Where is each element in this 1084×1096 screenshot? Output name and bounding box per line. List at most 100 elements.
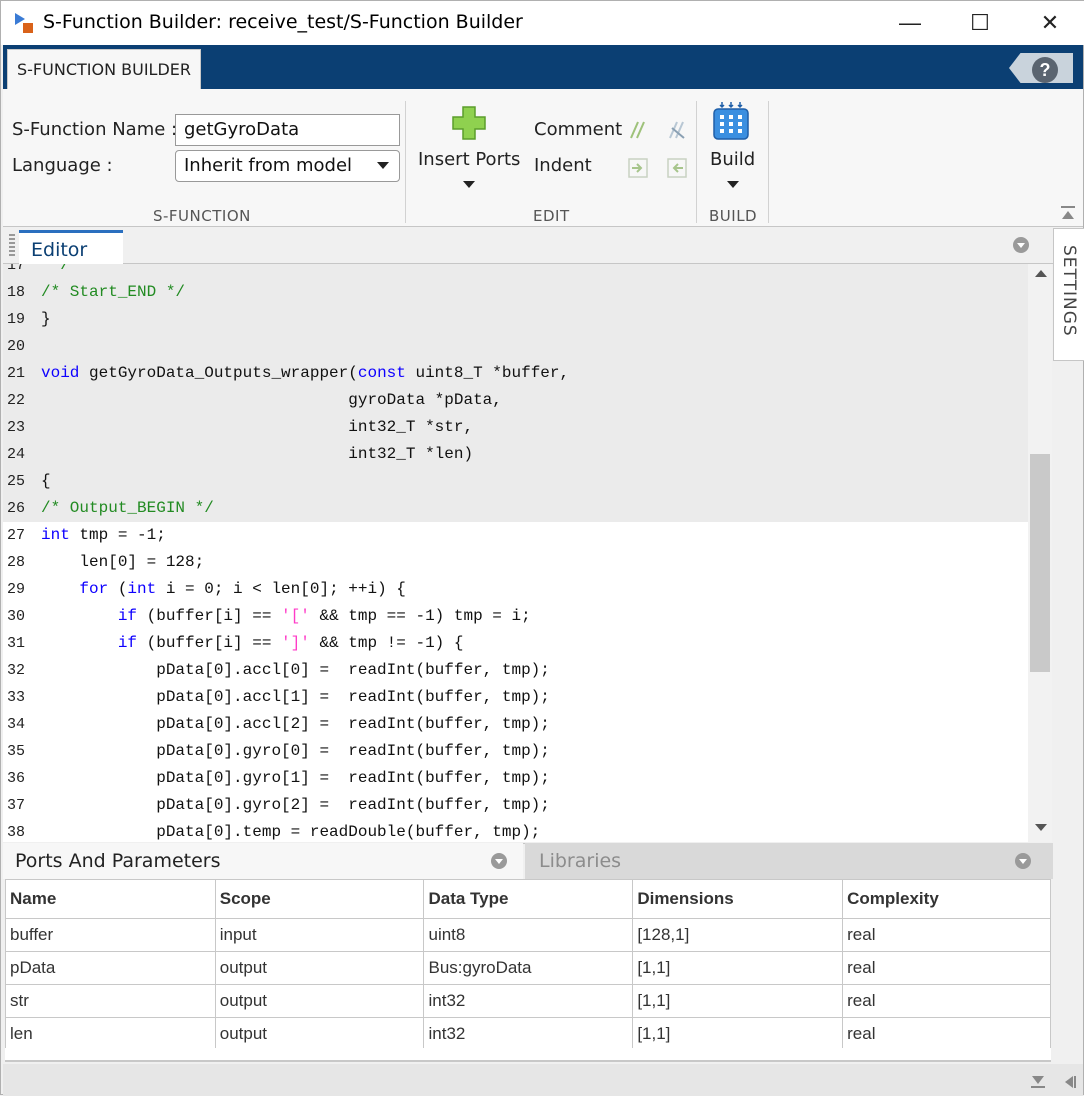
code-line[interactable]: 17 */ xyxy=(3,264,1028,279)
code-line[interactable]: 31 if (buffer[i] == ']' && tmp != -1) { xyxy=(3,630,1028,657)
cell-dimensions[interactable]: [1,1] xyxy=(632,1017,844,1051)
close-button[interactable]: ✕ xyxy=(1015,1,1084,45)
cell-dimensions[interactable]: [1,1] xyxy=(632,951,844,985)
cell-data-type[interactable]: Bus:gyroData xyxy=(423,951,634,985)
code-line[interactable]: 38 pData[0].temp = readDouble(buffer, tm… xyxy=(3,819,1028,842)
cell-scope[interactable]: input xyxy=(214,918,425,952)
table-header-row: Name Scope Data Type Dimensions Complexi… xyxy=(5,879,1051,919)
comment-label[interactable]: Comment xyxy=(534,119,622,140)
cell-complexity[interactable]: real xyxy=(842,951,1051,985)
code-text: { xyxy=(41,468,51,495)
chevron-down-icon xyxy=(727,181,739,188)
code-line[interactable]: 32 pData[0].accl[0] = readInt(buffer, tm… xyxy=(3,657,1028,684)
cell-complexity[interactable]: real xyxy=(842,984,1051,1018)
cell-scope[interactable]: output xyxy=(214,984,425,1018)
maximize-button[interactable]: ☐ xyxy=(945,1,1015,45)
tab-ports-and-parameters[interactable]: Ports And Parameters xyxy=(3,843,523,879)
language-value: Inherit from model xyxy=(184,155,353,176)
column-header[interactable]: Complexity xyxy=(842,879,1051,919)
expand-left-icon[interactable] xyxy=(1061,1074,1077,1090)
tab-settings[interactable]: SETTINGS xyxy=(1059,245,1079,337)
language-dropdown[interactable]: Inherit from model xyxy=(175,150,400,182)
line-number: 36 xyxy=(7,770,26,787)
indent-label[interactable]: Indent xyxy=(534,155,592,176)
panel-menu-icon[interactable] xyxy=(1013,237,1029,253)
table-row[interactable]: str output int32 [1,1] real xyxy=(5,984,1051,1018)
code-line[interactable]: 23 int32_T *str, xyxy=(3,414,1028,441)
indent-icon[interactable] xyxy=(627,157,649,179)
code-line[interactable]: 25 { xyxy=(3,468,1028,495)
cell-name[interactable]: pData xyxy=(5,951,216,985)
cell-name[interactable]: str xyxy=(5,984,216,1018)
code-line[interactable]: 36 pData[0].gyro[1] = readInt(buffer, tm… xyxy=(3,765,1028,792)
line-number: 35 xyxy=(7,743,26,760)
help-icon[interactable]: ? xyxy=(1032,57,1058,83)
code-text: pData[0].gyro[1] = readInt(buffer, tmp); xyxy=(41,765,550,792)
code-line[interactable]: 33 pData[0].accl[1] = readInt(buffer, tm… xyxy=(3,684,1028,711)
tab-editor[interactable]: Editor xyxy=(19,230,123,265)
code-line[interactable]: 22 gyroData *pData, xyxy=(3,387,1028,414)
code-line[interactable]: 24 int32_T *len) xyxy=(3,441,1028,468)
column-header[interactable]: Scope xyxy=(214,879,425,919)
code-comment: /* Output_BEGIN */ xyxy=(41,499,214,517)
column-header[interactable]: Name xyxy=(5,879,216,919)
panel-menu-icon[interactable] xyxy=(1015,853,1031,869)
cell-name[interactable]: buffer xyxy=(5,918,216,952)
cell-dimensions[interactable]: [128,1] xyxy=(632,918,844,952)
code-line[interactable]: 34 pData[0].accl[2] = readInt(buffer, tm… xyxy=(3,711,1028,738)
scrollbar-thumb[interactable] xyxy=(1030,454,1050,672)
build-button[interactable]: Build xyxy=(703,99,763,199)
uncomment-icon[interactable] xyxy=(666,119,688,141)
ribbon-toolstrip: S-Function Name : getGyroData Language :… xyxy=(3,89,1083,227)
code-string: '[' xyxy=(281,607,310,625)
insert-ports-button[interactable]: Insert Ports xyxy=(411,99,521,199)
tab-sfunction-builder[interactable]: S-FUNCTION BUILDER xyxy=(7,49,201,89)
column-header[interactable]: Dimensions xyxy=(632,879,844,919)
cell-complexity[interactable]: real xyxy=(842,918,1051,952)
sfunction-name-input[interactable]: getGyroData xyxy=(175,114,400,146)
column-header[interactable]: Data Type xyxy=(423,879,634,919)
code-line[interactable]: 28 len[0] = 128; xyxy=(3,549,1028,576)
tab-libraries[interactable]: Libraries xyxy=(525,843,1053,879)
code-line[interactable]: 37 pData[0].gyro[2] = readInt(buffer, tm… xyxy=(3,792,1028,819)
table-row[interactable]: pData output Bus:gyroData [1,1] real xyxy=(5,951,1051,985)
status-bar xyxy=(3,1064,1083,1096)
code-line[interactable]: 35 pData[0].gyro[0] = readInt(buffer, tm… xyxy=(3,738,1028,765)
collapse-ribbon-icon[interactable] xyxy=(1059,204,1077,222)
code-line[interactable]: 27 int tmp = -1; xyxy=(3,522,1028,549)
code-line[interactable]: 29 for (int i = 0; i < len[0]; ++i) { xyxy=(3,576,1028,603)
unindent-icon[interactable] xyxy=(666,157,688,179)
code-line[interactable]: 30 if (buffer[i] == '[' && tmp == -1) tm… xyxy=(3,603,1028,630)
cell-scope[interactable]: output xyxy=(214,1017,425,1051)
cell-data-type[interactable]: uint8 xyxy=(423,918,634,952)
drag-handle[interactable] xyxy=(9,234,15,258)
scroll-up-icon[interactable] xyxy=(1035,270,1047,277)
code-text: for (int i = 0; i < len[0]; ++i) { xyxy=(41,576,405,603)
group-divider xyxy=(696,101,697,223)
code-comment: */ xyxy=(41,264,70,274)
code-line[interactable]: 18 /* Start_END */ xyxy=(3,279,1028,306)
code-line[interactable]: 19} xyxy=(3,306,1028,333)
cell-dimensions[interactable]: [1,1] xyxy=(632,984,844,1018)
code-editor[interactable]: 17 */ 18 /* Start_END */ 19} 20 21 void getGyr… xyxy=(3,264,1028,842)
cell-data-type[interactable]: int32 xyxy=(423,984,634,1018)
panel-menu-icon[interactable] xyxy=(491,853,507,869)
ports-tab-label: Ports And Parameters xyxy=(15,850,221,872)
code-line[interactable]: 26 /* Output_BEGIN */ xyxy=(3,495,1028,522)
code-line[interactable]: 20 xyxy=(3,333,1028,360)
scroll-down-icon[interactable] xyxy=(1035,824,1047,831)
cell-scope[interactable]: output xyxy=(214,951,425,985)
code-text: pData[0].gyro[2] = readInt(buffer, tmp); xyxy=(41,792,550,819)
expand-down-icon[interactable] xyxy=(1029,1074,1047,1090)
table-row[interactable]: len output int32 [1,1] real xyxy=(5,1017,1051,1051)
cell-complexity[interactable]: real xyxy=(842,1017,1051,1051)
table-row[interactable]: buffer input uint8 [128,1] real xyxy=(5,918,1051,952)
comment-icon[interactable] xyxy=(627,119,649,141)
code-token: (buffer[i] == xyxy=(137,634,282,652)
minimize-button[interactable]: — xyxy=(875,1,945,45)
code-line[interactable]: 21 void getGyroData_Outputs_wrapper(const… xyxy=(3,360,1028,387)
code-text: void getGyroData_Outputs_wrapper(const u… xyxy=(41,360,569,387)
cell-name[interactable]: len xyxy=(5,1017,216,1051)
cell-data-type[interactable]: int32 xyxy=(423,1017,634,1051)
